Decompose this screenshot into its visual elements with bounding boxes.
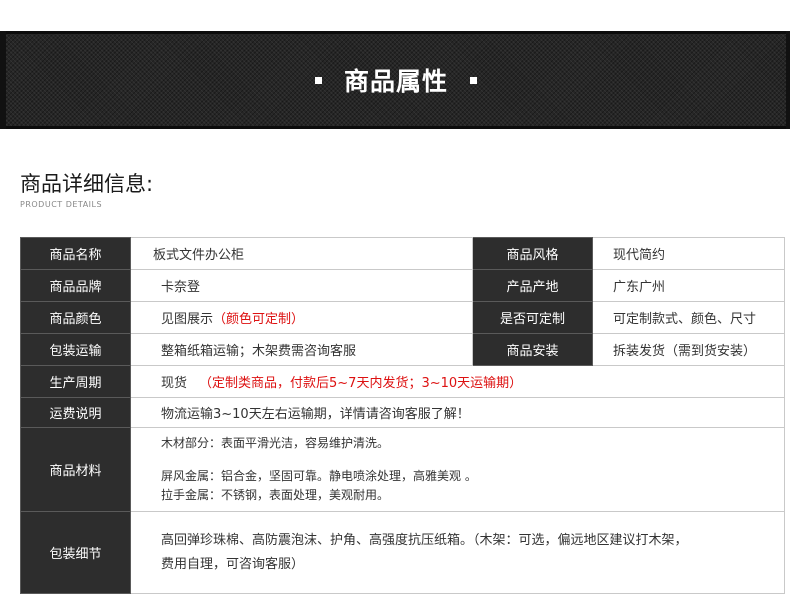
table-row: 商品品牌 卡奈登 产品产地 广东广州 [20,269,785,302]
material-line: 木材部分：表面平滑光洁，容易维护清洗。 [161,436,390,450]
brand-label: 商品品牌 [20,269,131,302]
material-line: 屏风金属：铝合金，坚固可靠。静电喷涂处理，高雅美观 。 [161,469,477,483]
detail-line: 高回弹珍珠棉、高防震泡沫、护角、高强度抗压纸箱。（木架：可选，偏远地区建议打木架… [161,532,688,548]
details-subheading: PRODUCT DETAILS [20,200,103,209]
cycle-value: 现货 [161,376,188,391]
table-row: 商品颜色 见图展示（颜色可定制） 是否可定制 可定制款式、颜色、尺寸 [20,301,785,334]
install-label: 商品安装 [472,333,593,366]
name-label: 商品名称 [20,237,131,270]
banner-title: 商品属性 [343,67,448,96]
color-value: 见图展示 [161,312,214,327]
freight-label: 运费说明 [20,397,131,428]
detail-label: 包装细节 [20,511,131,594]
style-value: 现代简约 [592,237,785,270]
origin-label: 产品产地 [472,269,593,302]
table-row: 包装细节 高回弹珍珠棉、高防震泡沫、护角、高强度抗压纸箱。（木架：可选，偏远地区… [20,511,785,594]
color-cell: 见图展示（颜色可定制） [130,301,473,334]
packing-label: 包装运输 [20,333,131,366]
section-banner: 商品属性 [0,31,790,129]
material-cell: 木材部分：表面平滑光洁，容易维护清洗。 屏风金属：铝合金，坚固可靠。静电喷涂处理… [130,427,785,512]
table-row: 商品材料 木材部分：表面平滑光洁，容易维护清洗。 屏风金属：铝合金，坚固可靠。静… [20,427,785,512]
cycle-note: （定制类商品，付款后5~7天内发货；3~10天运输期） [199,376,523,391]
style-label: 商品风格 [472,237,593,270]
brand-value: 卡奈登 [130,269,473,302]
packing-value: 整箱纸箱运输；木架费需咨询客服 [130,333,473,366]
detail-cell: 高回弹珍珠棉、高防震泡沫、护角、高强度抗压纸箱。（木架：可选，偏远地区建议打木架… [130,511,785,594]
custom-label: 是否可定制 [472,301,593,334]
material-label: 商品材料 [20,427,131,512]
square-bullet-icon [314,76,322,84]
name-value: 板式文件办公柜 [130,237,473,270]
custom-value: 可定制款式、颜色、尺寸 [592,301,785,334]
cycle-label: 生产周期 [20,365,131,398]
install-value: 拆装发货（需到货安装） [592,333,785,366]
table-row: 包装运输 整箱纸箱运输；木架费需咨询客服 商品安装 拆装发货（需到货安装） [20,333,785,366]
table-row: 运费说明 物流运输3~10天左右运输期，详情请咨询客服了解！ [20,397,785,428]
color-label: 商品颜色 [20,301,131,334]
table-row: 商品名称 板式文件办公柜 商品风格 现代简约 [20,237,785,270]
attribute-table: 商品名称 板式文件办公柜 商品风格 现代简约 商品品牌 卡奈登 产品产地 广东广… [20,237,785,594]
detail-line: 费用自理，可咨询客服） [161,556,305,572]
cycle-cell: 现货 （定制类商品，付款后5~7天内发货；3~10天运输期） [130,365,785,398]
square-bullet-icon [470,76,477,84]
freight-value: 物流运输3~10天左右运输期，详情请咨询客服了解！ [130,397,785,428]
material-line: 拉手金属：不锈钢，表面处理，美观耐用。 [161,488,390,502]
origin-value: 广东广州 [592,269,785,302]
color-note: （颜色可定制） [213,312,305,327]
details-heading: 商品详细信息: [20,172,154,196]
table-row: 生产周期 现货 （定制类商品，付款后5~7天内发货；3~10天运输期） [20,365,785,398]
